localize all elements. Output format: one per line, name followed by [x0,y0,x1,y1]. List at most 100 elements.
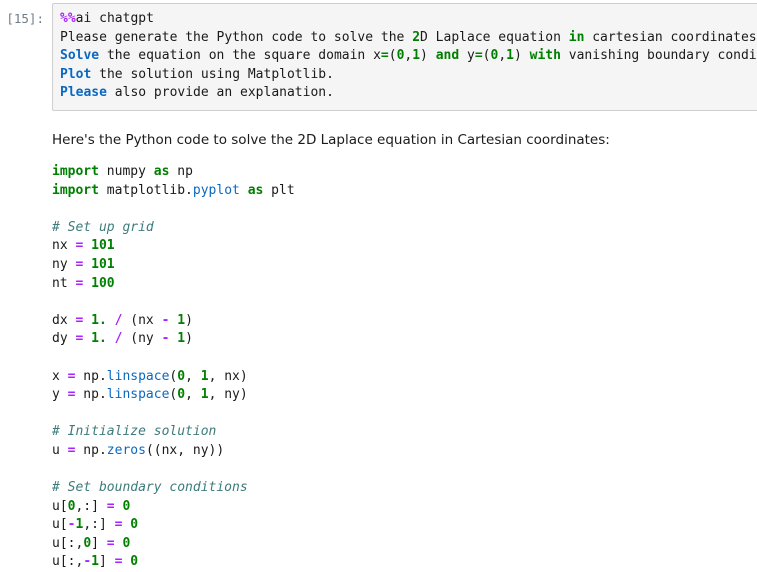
code-token: (nx [122,312,162,328]
code-token: in [568,29,585,45]
notebook-input-cell[interactable]: [15]: %%ai chatgpt Please generate the Py… [0,0,757,111]
output-code-line: u[:,0] = 0 [52,535,747,554]
code-token: also provide an explanation. [106,85,334,101]
code-token: Please [60,85,107,101]
code-token: 0 [130,517,139,533]
input-code-line: Plot the solution using Matplotlib. [60,66,757,85]
code-token: 101 [91,238,115,254]
code-token: u[:, [52,535,84,551]
code-token: plt [263,182,295,198]
code-token: 1. [91,312,107,328]
code-token: y [52,387,68,403]
code-token: nt [52,275,76,291]
code-token: 1 [177,331,186,347]
code-token: as [153,163,170,179]
code-token: nx [52,238,76,254]
output-code-line: y = np.linspace(0, 1, ny) [52,386,747,405]
code-token: # Initialize solution [52,424,217,440]
output-code-line: nx = 101 [52,237,747,256]
output-code-block: import numpy as np import matplotlib.pypl… [52,163,747,572]
input-code-text[interactable]: %%ai chatgpt Please generate the Python c… [60,10,757,103]
code-token: linspace [106,368,170,384]
code-token: y [459,48,475,64]
code-token: pyplot [192,182,240,198]
code-token: 0 [130,554,139,570]
code-token: 1 [91,554,99,570]
code-token: np. [75,387,107,403]
output-code-line: u[-1,:] = 0 [52,516,747,535]
input-code-line: Please also provide an explanation. [60,84,757,103]
code-token: (ny [122,331,162,347]
code-token: ) [420,48,436,64]
output-code-line [52,200,747,219]
code-token: and [435,48,460,64]
output-code-line: u = np.zeros((nx, ny)) [52,442,747,461]
code-token: the equation on the square domain x [99,48,381,64]
input-code-line: Solve the equation on the square domain … [60,47,757,66]
code-token: ) [185,331,193,347]
input-code-line: Please generate the Python code to solve… [60,29,757,48]
code-token: 1 [412,48,421,64]
output-code-line: dx = 1. / (nx - 1) [52,312,747,331]
code-token: = [114,554,123,570]
output-code-line: ny = 101 [52,256,747,275]
code-token: Please generate the Python code to solve… [60,29,413,45]
jupyter-notebook: [15]: %%ai chatgpt Please generate the Py… [0,0,757,569]
output-code-line [52,293,747,312]
code-token: 0 [177,368,186,384]
code-token: = [106,535,115,551]
code-token: , [498,48,507,64]
code-token: ] [98,554,115,570]
code-token: numpy [98,163,154,179]
code-token: matplotlib. [98,182,193,198]
code-token: ((nx, ny)) [145,442,225,458]
output-code-line: u[0,:] = 0 [52,498,747,517]
code-token: = [106,498,115,514]
code-token: 1 [177,312,186,328]
output-code-line: u[:,-1] = 0 [52,553,747,572]
notebook-output-cell: Here's the Python code to solve the 2D L… [0,111,757,572]
code-token: 100 [91,275,115,291]
output-code-line: import matplotlib.pyplot as plt [52,182,747,201]
code-token: np. [75,442,107,458]
output-code-line: dy = 1. / (ny - 1) [52,330,747,349]
code-token: import [52,163,99,179]
output-code-line: # Set boundary conditions [52,479,747,498]
output-code-line [52,460,747,479]
code-token: 101 [91,256,115,272]
input-code-line: %%ai chatgpt [60,10,757,29]
code-token: u[ [52,517,68,533]
code-editor[interactable]: %%ai chatgpt Please generate the Python c… [52,3,757,111]
code-token: the solution using Matplotlib. [91,66,334,82]
code-token: x [52,368,68,384]
code-token: , ny) [208,387,248,403]
code-token: dx [52,312,76,328]
code-token: = [380,48,389,64]
code-token: as [247,182,264,198]
code-token: np. [75,368,107,384]
code-token: # Set up grid [52,219,154,235]
code-token: np [169,163,193,179]
code-token: , [185,387,201,403]
code-token: import [52,182,99,198]
code-token: 1. [91,331,107,347]
code-token: ,:] [83,517,115,533]
code-token: zeros [106,442,146,458]
code-token: 1 [200,387,209,403]
code-token: 0 [122,535,131,551]
code-token: - [83,554,92,570]
code-token: 0 [122,498,131,514]
output-paragraph: Here's the Python code to solve the 2D L… [52,131,610,148]
output-content: Here's the Python code to solve the 2D L… [52,111,757,572]
output-code-line [52,349,747,368]
code-token: 1 [506,48,514,64]
code-token: 0 [177,387,186,403]
code-token: Solve [60,48,100,64]
output-code-line [52,405,747,424]
code-token: ) [185,312,193,328]
code-token: ) [513,48,530,64]
